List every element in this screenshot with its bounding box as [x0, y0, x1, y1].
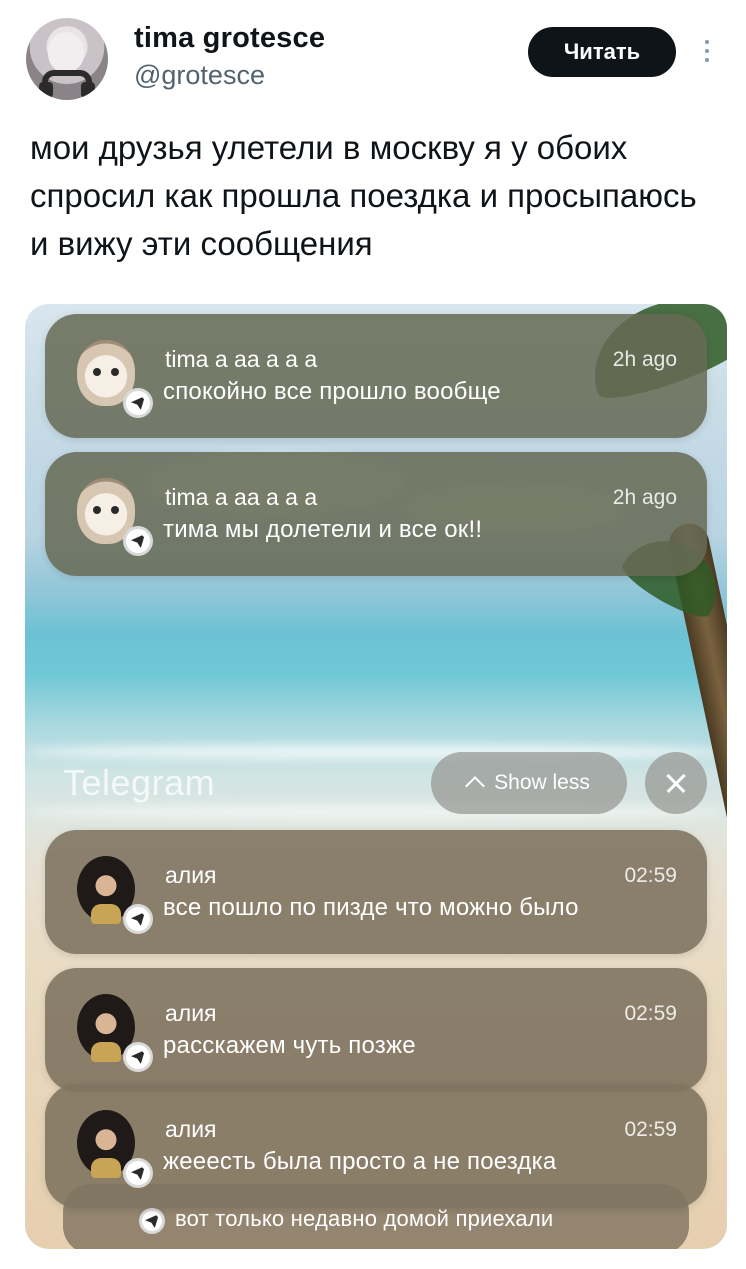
telegram-icon [123, 904, 153, 934]
chevron-up-icon [465, 776, 486, 796]
show-less-label: Show less [494, 771, 590, 794]
girl-avatar [77, 856, 153, 934]
notification-message: спокойно все прошло вообще [163, 378, 501, 405]
notification-time: 02:59 [624, 1118, 677, 1141]
notification-message: жееесть была просто а не поездка [163, 1148, 557, 1175]
notification-card[interactable]: алия 02:59 все пошло по пизде что можно … [45, 830, 707, 954]
headphones-icon [39, 70, 95, 98]
girl-avatar [77, 994, 153, 1072]
notification-sender: алия [165, 1000, 217, 1026]
notification-time: 02:59 [624, 864, 677, 887]
show-less-button[interactable]: Show less [431, 752, 627, 814]
notification-sender: алия [165, 1116, 217, 1142]
avatar-face [48, 32, 84, 72]
tweet-media-image[interactable]: tima a aa a a a 2h ago спокойно все прош… [25, 304, 727, 1249]
close-icon[interactable] [645, 752, 707, 814]
notification-time: 2h ago [612, 486, 677, 509]
notification-sender: tima a aa a a a [165, 346, 318, 372]
wave [25, 804, 727, 820]
cat-avatar [77, 478, 153, 556]
follow-button[interactable]: Читать [528, 27, 676, 77]
notification-message: тима мы долетели и все ок!! [163, 516, 483, 543]
telegram-icon [123, 388, 153, 418]
notification-message: вот только недавно домой приехали [175, 1206, 554, 1231]
notification-card[interactable]: tima a aa a a a 2h ago тима мы долетели … [45, 452, 707, 576]
notification-card[interactable]: алия 02:59 жееесть была просто а не поез… [45, 1084, 707, 1208]
telegram-icon [123, 1158, 153, 1188]
wave [25, 744, 727, 760]
notification-time: 02:59 [624, 1002, 677, 1025]
telegram-icon [123, 526, 153, 556]
notification-card[interactable]: tima a aa a a a 2h ago спокойно все прош… [45, 314, 707, 438]
author-avatar[interactable] [26, 18, 108, 100]
more-options-icon[interactable] [700, 36, 714, 70]
notification-message: расскажем чуть позже [163, 1032, 416, 1059]
notification-message: все пошло по пизде что можно было [163, 894, 579, 921]
telegram-icon [123, 1042, 153, 1072]
notification-group-app-label: Telegram [63, 762, 216, 803]
telegram-icon [139, 1208, 165, 1234]
girl-avatar [77, 1110, 153, 1188]
notification-card[interactable]: алия 02:59 расскажем чуть позже [45, 968, 707, 1092]
tweet-text: мои друзья улетели в москву я у обоих сп… [30, 129, 697, 262]
author-name[interactable]: tima grotesce [134, 22, 325, 55]
notification-time: 2h ago [612, 348, 677, 371]
notification-sender: алия [165, 862, 217, 888]
notification-sender: tima a aa a a a [165, 484, 318, 510]
author-handle[interactable]: @grotesce [134, 60, 265, 91]
cat-avatar [77, 340, 153, 418]
